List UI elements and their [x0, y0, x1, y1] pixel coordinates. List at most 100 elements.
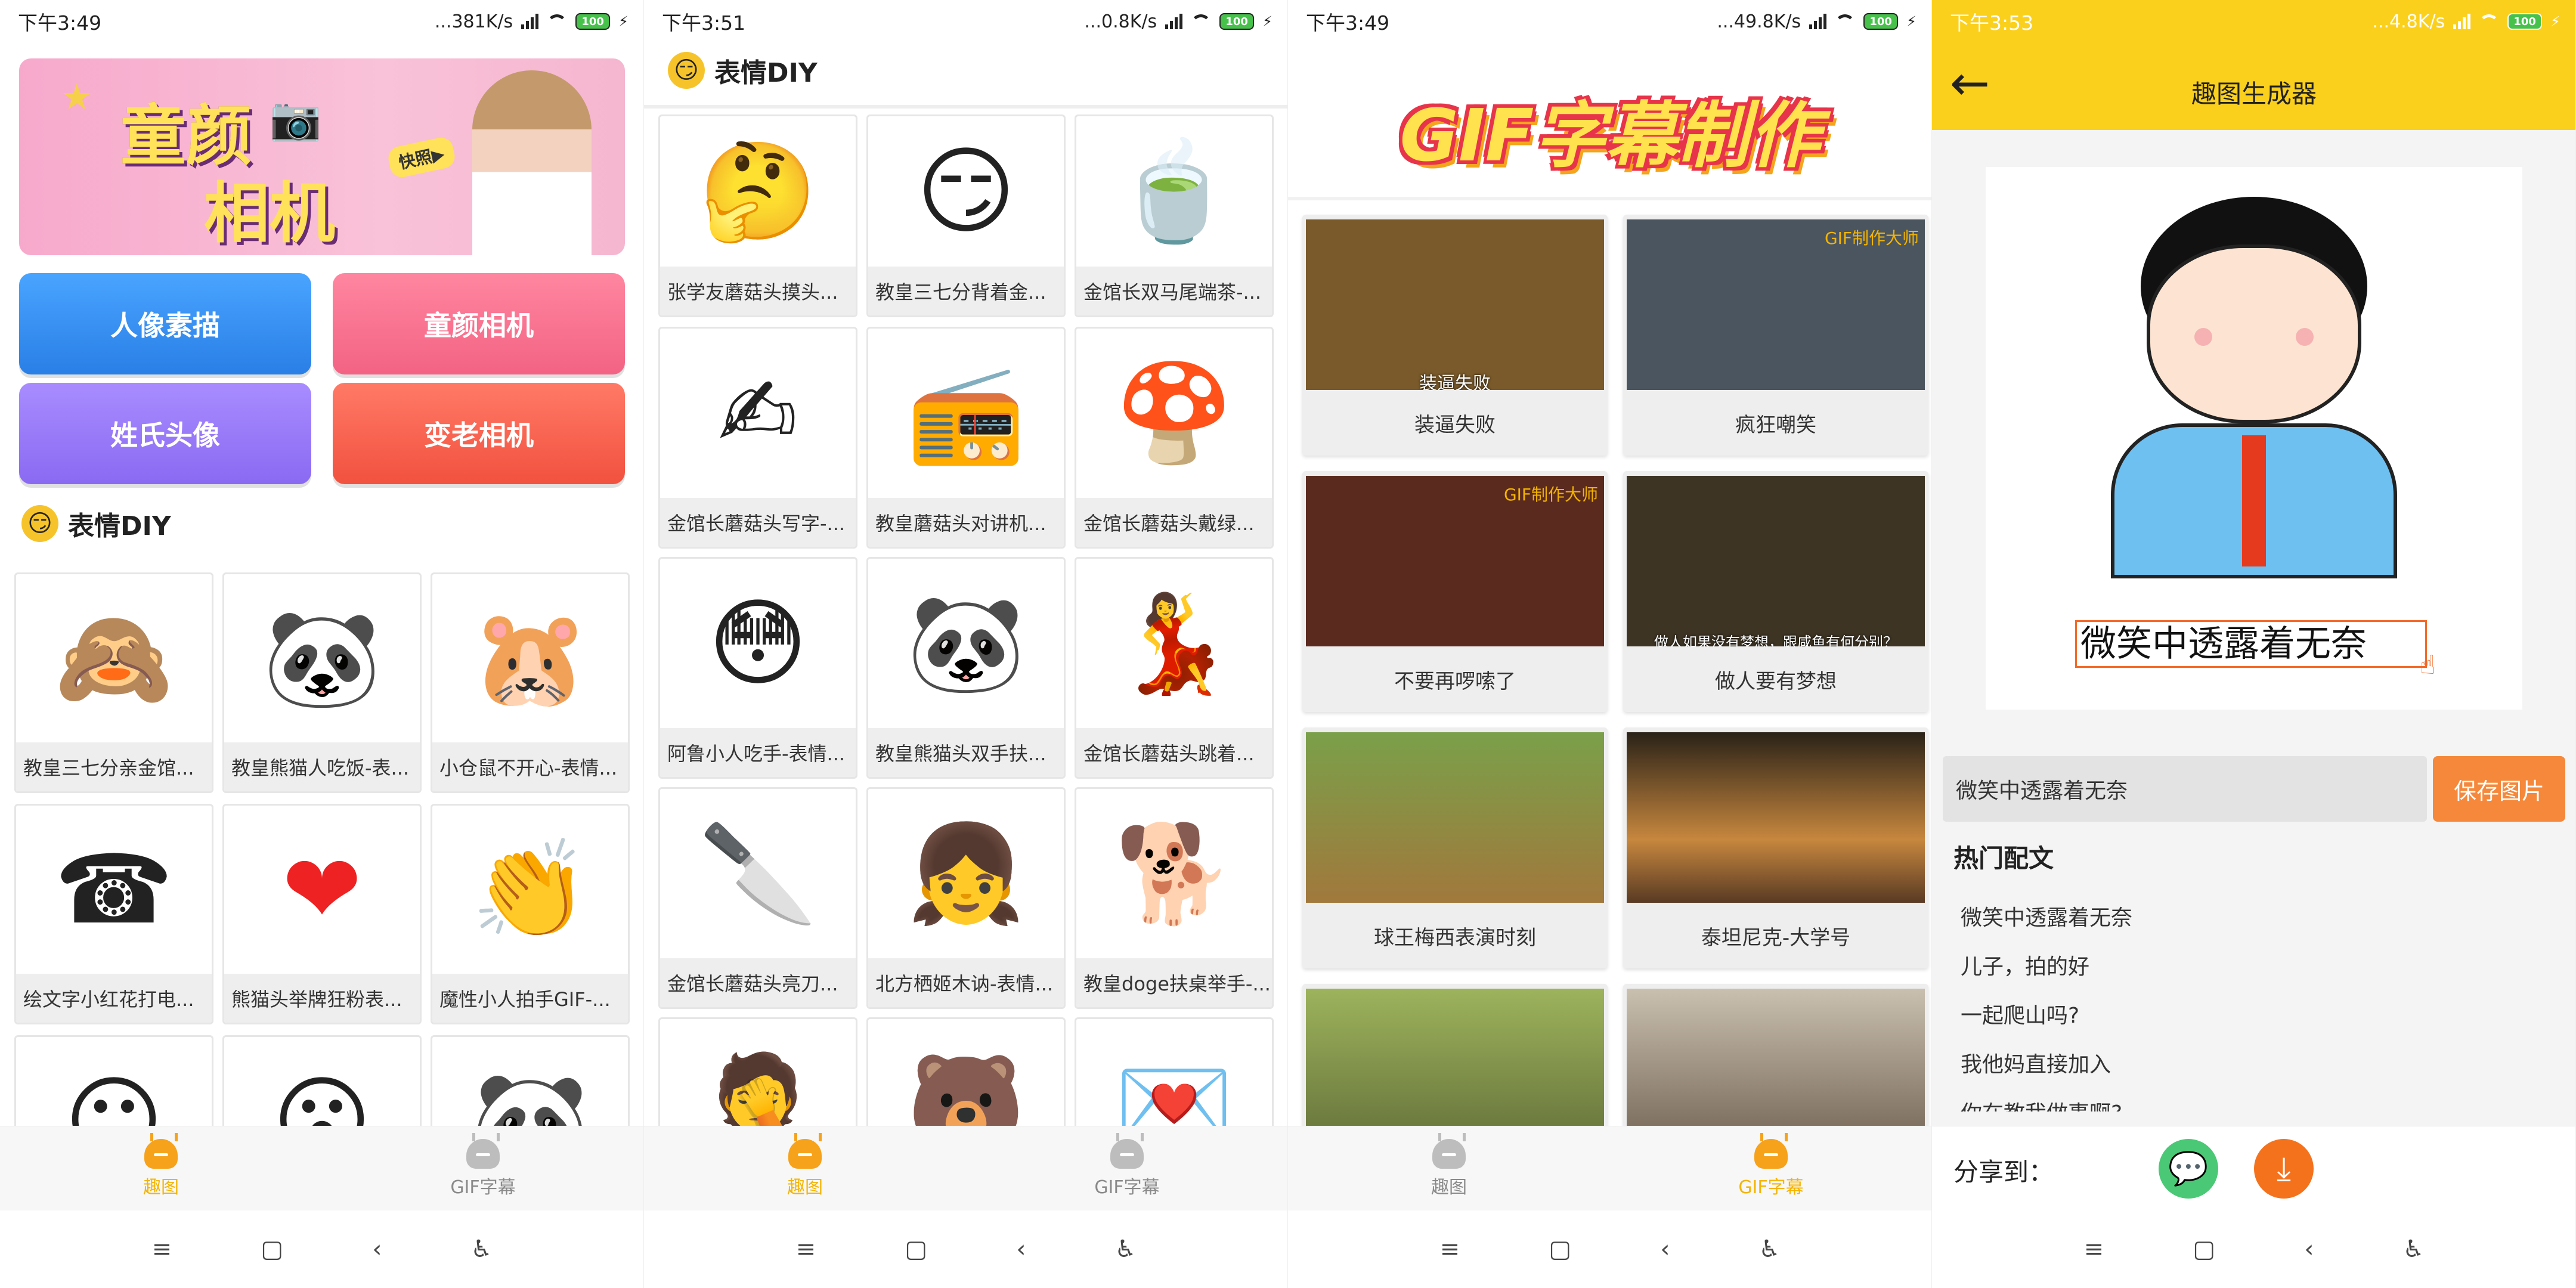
emoji-caption: 金馆长蘑菇头亮刀... — [660, 958, 856, 1007]
back-icon[interactable]: ‹ — [1016, 1236, 1026, 1263]
home-icon[interactable]: ▢ — [905, 1236, 927, 1263]
battery-icon: 100 — [1219, 13, 1255, 30]
banner-title-2: 相机 — [204, 175, 335, 252]
boy-illustration — [2105, 197, 2403, 578]
menu-icon[interactable]: ≡ — [1440, 1236, 1460, 1263]
tab-label: 趣图 — [787, 1176, 823, 1198]
status-bar: 下午3:49 ...381K/s 100 ⚡ — [0, 0, 643, 43]
aging-camera-button[interactable]: 变老相机 — [333, 383, 625, 484]
emoji-image: 🐕 — [1114, 818, 1234, 929]
emoji-caption: 教皇蘑菇头对讲机... — [868, 498, 1064, 547]
screen-emoji-diy: 下午3:51 ...0.8K/s 100 ⚡ 😏 表情DIY 🤔 张学友蘑菇头摸头… — [644, 0, 1288, 1288]
emoji-tile[interactable]: 🍵 金馆长双马尾端茶-... — [1075, 114, 1274, 317]
meme-canvas[interactable]: 微笑中透露着无奈 ☝ — [1986, 167, 2522, 710]
gif-thumbnail — [1306, 732, 1604, 911]
home-icon[interactable]: ▢ — [261, 1236, 283, 1263]
tab-fun-pics[interactable]: 趣图 — [0, 1126, 322, 1210]
hot-caption-item[interactable]: 微笑中透露着无奈 — [1961, 900, 2132, 931]
network-speed: ...4.8K/s — [2372, 11, 2445, 32]
emoji-tile[interactable]: 🍄 金馆长蘑菇头戴绿... — [1075, 327, 1274, 549]
tab-fun-pics[interactable]: 趣图 — [644, 1126, 966, 1210]
back-icon[interactable]: ‹ — [1660, 1236, 1670, 1263]
emoji-caption: 阿鲁小人吃手-表情... — [660, 728, 856, 777]
emoji-image: 🙈 — [54, 602, 174, 714]
portrait-sketch-button[interactable]: 人像素描 — [19, 273, 311, 374]
save-image-button[interactable]: 保存图片 — [2433, 756, 2565, 822]
gif-card[interactable]: 装逼失败 装逼失败 — [1302, 215, 1608, 456]
wechat-share-icon[interactable]: 💬 — [2159, 1139, 2218, 1199]
signal-icon — [521, 14, 539, 29]
emoji-image: 🐼 — [262, 602, 382, 714]
menu-icon[interactable]: ≡ — [2084, 1236, 2104, 1263]
tab-gif-subtitle[interactable]: GIF字幕 — [1610, 1126, 1931, 1210]
gif-card[interactable]: GIF制作大师 疯狂嘲笑 — [1623, 215, 1928, 456]
accessibility-icon[interactable]: ♿ — [1759, 1236, 1781, 1263]
accessibility-icon[interactable]: ♿ — [2403, 1236, 2425, 1263]
system-nav-bar: ≡ ▢ ‹ ♿ — [0, 1210, 643, 1288]
menu-icon[interactable]: ≡ — [152, 1236, 172, 1263]
tab-gif-subtitle[interactable]: GIF字幕 — [322, 1126, 643, 1210]
emoji-tile[interactable]: 🙈 教皇三七分亲金馆... — [14, 572, 213, 793]
emoji-tile[interactable]: 🐼 教皇熊猫人吃饭-表... — [222, 572, 422, 793]
fun-pics-icon — [144, 1132, 178, 1169]
emoji-tile[interactable]: 🐼 教皇熊猫头双手扶... — [866, 557, 1066, 779]
back-icon[interactable]: ‹ — [2304, 1236, 2314, 1263]
home-icon[interactable]: ▢ — [1549, 1236, 1571, 1263]
emoji-tile[interactable]: 🔪 金馆长蘑菇头亮刀... — [658, 787, 857, 1009]
status-bar: 下午3:49 ...49.8K/s 100 ⚡ — [1288, 0, 1931, 43]
hot-caption-item[interactable]: 你在教我做事啊? — [1961, 1096, 2122, 1111]
emoji-image: 🤔 — [698, 135, 818, 247]
emoji-caption: 金馆长蘑菇头写字-... — [660, 498, 856, 547]
caption-input[interactable]: 微笑中透露着无奈 — [1943, 756, 2427, 822]
tab-gif-subtitle[interactable]: GIF字幕 — [966, 1126, 1287, 1210]
accessibility-icon[interactable]: ♿ — [471, 1236, 493, 1263]
status-time: 下午3:53 — [1950, 11, 2034, 35]
menu-icon[interactable]: ≡ — [796, 1236, 816, 1263]
section-title: 表情DIY — [68, 511, 171, 541]
hot-caption-item[interactable]: 我他妈直接加入 — [1961, 1047, 2111, 1078]
wifi-icon — [1835, 14, 1856, 29]
gif-caption: 疯狂嘲笑 — [1623, 390, 1928, 456]
tab-fun-pics[interactable]: 趣图 — [1288, 1126, 1610, 1210]
battery-icon: 100 — [2507, 13, 2543, 30]
wifi-icon — [2479, 14, 2500, 29]
gif-card[interactable]: 球王梅西表演时刻 — [1302, 727, 1608, 968]
emoji-tile[interactable]: 😏 教皇三七分背着金... — [866, 114, 1066, 317]
accessibility-icon[interactable]: ♿ — [1115, 1236, 1137, 1263]
emoji-caption: 教皇三七分亲金馆... — [16, 742, 212, 791]
emoji-tile[interactable]: 😳 阿鲁小人吃手-表情... — [658, 557, 857, 779]
promo-banner[interactable]: ★ 童颜 相机 📷 快照▶ — [19, 58, 625, 255]
emoji-tile[interactable]: ❤ 熊猫头举牌狂粉表... — [222, 804, 422, 1024]
emoji-tile[interactable]: 🤔 张学友蘑菇头摸头... — [658, 114, 857, 317]
system-nav-bar: ≡ ▢ ‹ ♿ — [644, 1210, 1287, 1288]
gif-card[interactable]: GIF制作大师 不要再啰嗦了 — [1302, 471, 1608, 712]
emoji-image: 🐹 — [470, 602, 590, 714]
home-icon[interactable]: ▢ — [2193, 1236, 2215, 1263]
emoji-image: 💃 — [1114, 587, 1234, 699]
download-icon[interactable]: ⤓ — [2254, 1139, 2314, 1199]
drag-handle-icon[interactable]: ☝ — [2420, 650, 2436, 680]
surname-avatar-button[interactable]: 姓氏头像 — [19, 383, 311, 484]
hot-caption-item[interactable]: 儿子，拍的好 — [1961, 949, 2089, 980]
battery-icon: 100 — [1863, 13, 1899, 30]
caption-overlay[interactable]: 微笑中透露着无奈 — [2075, 620, 2427, 668]
gif-thumbnail — [1627, 732, 1925, 911]
emoji-tile[interactable]: 👏 魔性小人拍手GIF-... — [431, 804, 630, 1024]
gif-caption: 球王梅西表演时刻 — [1302, 903, 1608, 968]
banner-star-icon: ★ — [61, 76, 93, 118]
emoji-tile[interactable]: 🐕 教皇doge扶桌举手-... — [1075, 787, 1274, 1009]
charging-icon: ⚡ — [1262, 13, 1272, 30]
emoji-tile[interactable]: 🐹 小仓鼠不开心-表情... — [431, 572, 630, 793]
young-face-camera-button[interactable]: 童颜相机 — [333, 273, 625, 374]
emoji-tile[interactable]: 📻 教皇蘑菇头对讲机... — [866, 327, 1066, 549]
gif-card[interactable]: 泰坦尼克-大学号 — [1623, 727, 1928, 968]
emoji-image: ❤ — [281, 834, 363, 945]
emoji-caption: 魔性小人拍手GIF-... — [432, 974, 628, 1023]
emoji-tile[interactable]: 💃 金馆长蘑菇头跳着... — [1075, 557, 1274, 779]
hot-caption-item[interactable]: 一起爬山吗? — [1961, 998, 2079, 1029]
emoji-tile[interactable]: ✍ 金馆长蘑菇头写字-... — [658, 327, 857, 549]
emoji-tile[interactable]: 👧 北方栖姬木讷-表情... — [866, 787, 1066, 1009]
emoji-tile[interactable]: ☎ 绘文字小红花打电... — [14, 804, 213, 1024]
back-icon[interactable]: ‹ — [372, 1236, 382, 1263]
gif-card[interactable]: 做人如果没有梦想，跟咸鱼有何分别？ 做人要有梦想 — [1623, 471, 1928, 712]
